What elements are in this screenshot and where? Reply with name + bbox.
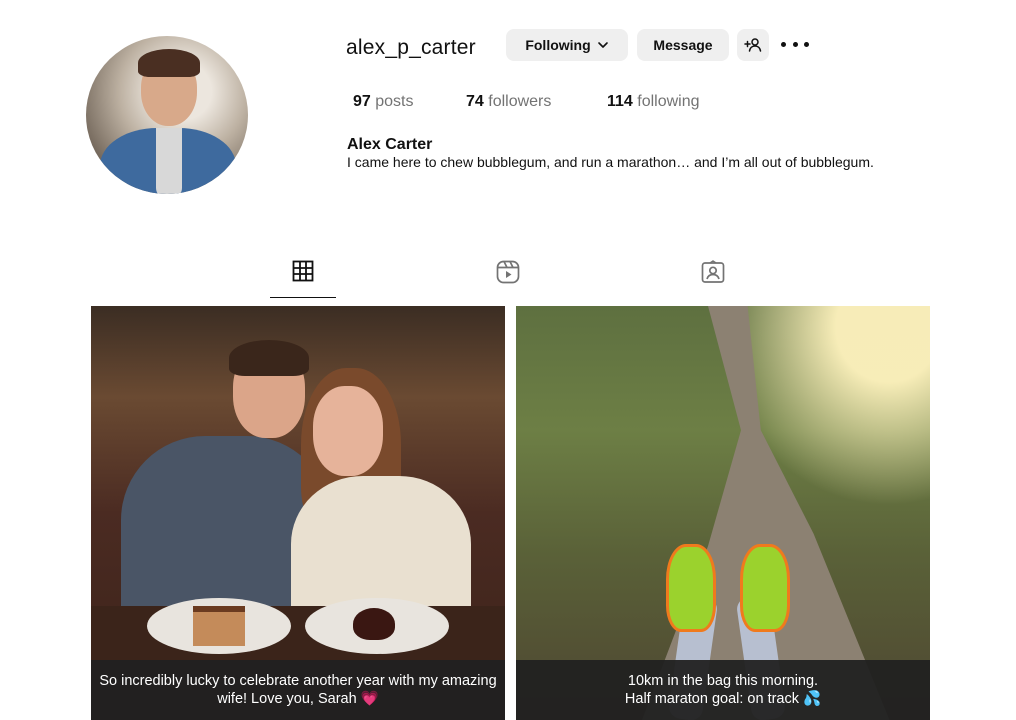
avatar-hair (138, 49, 200, 77)
post-photo-person (313, 386, 383, 476)
post-photo-dessert (193, 606, 245, 646)
post-photo-path (642, 306, 890, 720)
posts-count-label: posts (375, 93, 414, 110)
post-photo-person (229, 340, 309, 376)
followers-count-value: 74 (466, 93, 484, 110)
reels-icon (496, 260, 520, 284)
post-photo-dessert (353, 608, 395, 640)
message-button[interactable]: Message (637, 29, 729, 61)
following-count-label: following (637, 93, 700, 110)
more-options-button[interactable] (781, 34, 809, 54)
following-button[interactable]: Following (506, 29, 628, 61)
more-dot-icon (792, 41, 798, 47)
chevron-down-icon (597, 42, 608, 48)
tab-tagged[interactable] (680, 260, 746, 298)
message-label: Message (653, 37, 713, 53)
posts-count-value: 97 (353, 93, 371, 110)
post-photo-shoe (666, 544, 716, 632)
post-caption: So incredibly lucky to celebrate another… (91, 660, 505, 720)
avatar-tee (156, 128, 182, 194)
post-tile[interactable]: So incredibly lucky to celebrate another… (91, 306, 505, 720)
followers-count[interactable]: 74 followers (466, 93, 551, 111)
following-count-value: 114 (607, 93, 633, 110)
posts-count: 97 posts (353, 93, 414, 111)
profile-avatar[interactable] (86, 36, 248, 194)
following-count[interactable]: 114 following (607, 93, 700, 111)
post-photo-shoe (740, 544, 790, 632)
suggested-users-button[interactable] (737, 29, 769, 61)
add-user-icon (744, 38, 762, 52)
grid-icon (292, 260, 314, 282)
post-caption: 10km in the bag this morning. Half marat… (516, 660, 930, 720)
profile-bio: I came here to chew bubblegum, and run a… (347, 154, 874, 170)
tab-posts[interactable] (270, 260, 336, 298)
followers-count-label: followers (488, 93, 552, 110)
following-label: Following (525, 37, 591, 53)
tagged-icon (701, 260, 725, 283)
more-dot-icon (804, 41, 809, 47)
profile-username: alex_p_carter (346, 36, 476, 59)
tab-reels[interactable] (475, 260, 541, 298)
more-dot-icon (781, 41, 786, 47)
post-tile[interactable]: 10km in the bag this morning. Half marat… (516, 306, 930, 720)
profile-full-name: Alex Carter (347, 136, 433, 153)
